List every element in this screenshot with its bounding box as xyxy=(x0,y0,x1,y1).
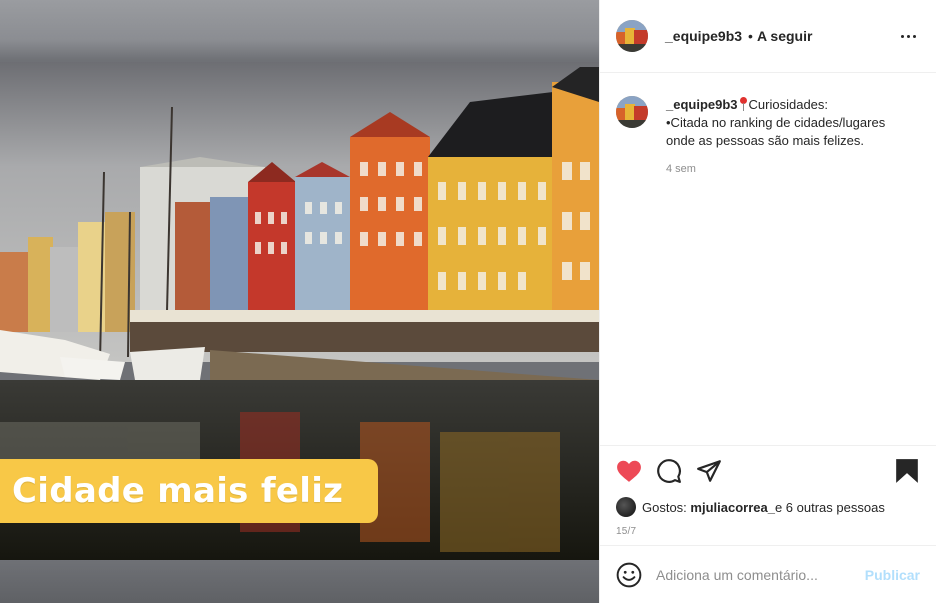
add-comment-bar: Publicar xyxy=(600,545,936,603)
caption-title: Curiosidades: xyxy=(748,97,829,112)
caption-username[interactable]: _equipe9b3 xyxy=(666,97,738,112)
caption-line-1: •Citada no ranking de cidades/lugares xyxy=(666,115,886,130)
avatar[interactable] xyxy=(616,20,648,52)
comment-input[interactable] xyxy=(656,566,865,583)
header-separator: • xyxy=(748,28,753,44)
post-date[interactable]: 15/7 xyxy=(600,526,936,537)
image-caption-text: Cidade mais feliz xyxy=(12,471,344,511)
post-header: _equipe9b3 • A seguir xyxy=(600,0,936,73)
likes-prefix: Gostos: xyxy=(642,499,687,515)
post-side-panel: _equipe9b3 • A seguir _equipe9b3 Curiosid… xyxy=(599,0,936,603)
publish-button[interactable]: Publicar xyxy=(865,567,920,583)
bookmark-filled-icon[interactable] xyxy=(894,458,920,484)
more-options-icon[interactable] xyxy=(896,24,920,48)
heart-filled-icon[interactable] xyxy=(616,458,642,484)
caption-time[interactable]: 4 sem xyxy=(666,160,885,178)
likes-summary: Gostos: mjuliacorrea_ e 6 outras pessoas xyxy=(600,496,936,518)
emoji-icon[interactable] xyxy=(616,562,642,588)
caption-section: _equipe9b3 Curiosidades: •Citada no ranki… xyxy=(616,96,920,178)
image-caption-banner: Cidade mais feliz xyxy=(0,459,378,523)
caption-body: _equipe9b3 Curiosidades: •Citada no ranki… xyxy=(666,96,885,178)
action-bar xyxy=(600,446,936,496)
liker-username[interactable]: mjuliacorrea_ xyxy=(690,500,775,515)
post-media[interactable]: Cidade mais feliz xyxy=(0,0,599,603)
likes-others[interactable]: e 6 outras pessoas xyxy=(775,500,885,515)
caption-line-2: onde as pessoas são mais felizes. xyxy=(666,133,864,148)
follow-button[interactable]: A seguir xyxy=(757,28,813,44)
pushpin-icon xyxy=(739,97,748,111)
header-username[interactable]: _equipe9b3 xyxy=(665,28,742,44)
actions-area: Gostos: mjuliacorrea_ e 6 outras pessoas… xyxy=(600,445,936,537)
share-icon[interactable] xyxy=(696,458,722,484)
comment-icon[interactable] xyxy=(656,458,682,484)
caption-avatar[interactable] xyxy=(616,96,648,128)
liker-avatar[interactable] xyxy=(616,497,636,517)
caption-row: _equipe9b3 Curiosidades: •Citada no ranki… xyxy=(616,96,920,178)
